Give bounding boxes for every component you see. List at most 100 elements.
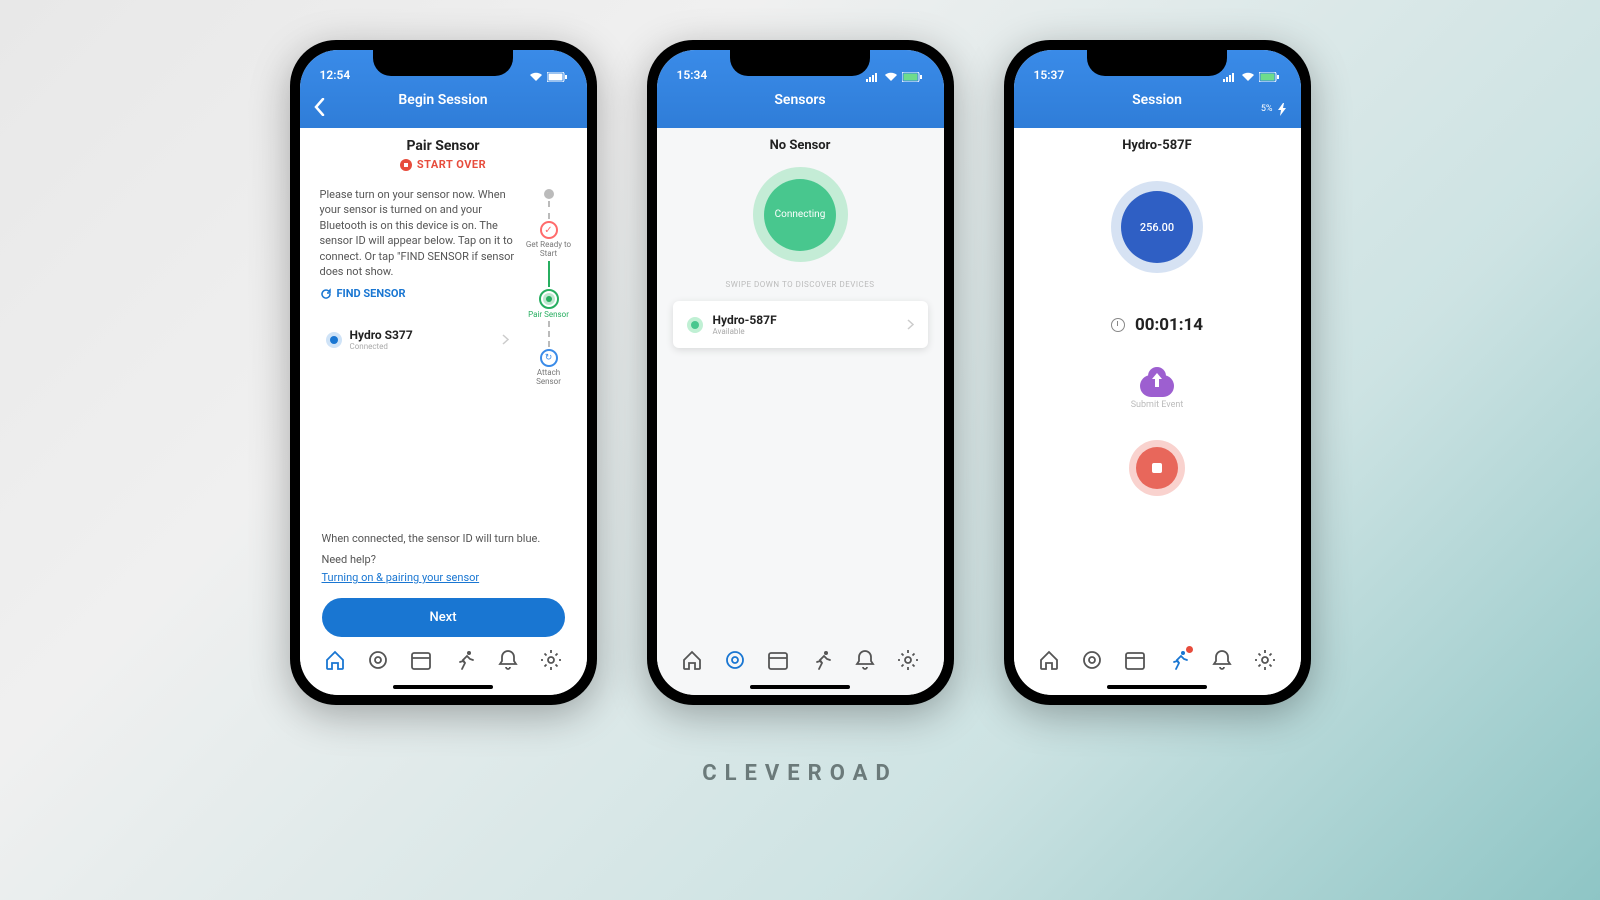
check-icon: ✓ (540, 221, 558, 239)
subtitle: Pair Sensor (300, 128, 587, 158)
reading-value: 256.00 (1121, 191, 1193, 263)
brand-label: CLEVEROAD (702, 761, 898, 786)
chevron-right-icon (907, 319, 914, 330)
find-sensor-button[interactable]: FIND SENSOR (320, 287, 517, 300)
page-title: Begin Session (300, 84, 587, 116)
phone-1: 12:54 Begin Session Pair Sensor START OV… (290, 40, 597, 705)
tab-activity-icon[interactable] (1167, 648, 1191, 672)
instructions-text: Please turn on your sensor now. When you… (320, 187, 517, 279)
status-icons (529, 72, 567, 82)
stop-session-button[interactable] (1129, 440, 1185, 496)
content: Hydro-587F 256.00 00:01:14 Submit Event (1014, 128, 1301, 695)
submit-event-label: Submit Event (1131, 400, 1184, 410)
tab-sensor-icon[interactable] (366, 648, 390, 672)
next-label: Next (429, 610, 456, 625)
tab-bell-icon[interactable] (496, 648, 520, 672)
wifi-icon (1241, 72, 1255, 82)
tab-home-icon[interactable] (323, 648, 347, 672)
notification-badge (1186, 646, 1193, 653)
cloud-upload-icon (1140, 375, 1174, 397)
start-over-label: START OVER (417, 158, 486, 171)
sensor-item[interactable]: Hydro S377 Connected (320, 328, 517, 351)
connected-hint: When connected, the sensor ID will turn … (322, 532, 565, 545)
need-help: Need help? (322, 553, 565, 566)
tab-home-icon[interactable] (1037, 648, 1061, 672)
home-indicator (393, 685, 493, 689)
sensor-item[interactable]: Hydro-587F Available (673, 301, 928, 348)
content: Pair Sensor START OVER Please turn on yo… (300, 128, 587, 695)
tabbar (1014, 641, 1301, 679)
tab-sensor-icon[interactable] (723, 648, 747, 672)
pair-icon (539, 289, 559, 309)
sensor-status-icon (326, 332, 342, 348)
refresh-icon (320, 288, 332, 300)
step-3-label: Attach Sensor (525, 369, 573, 387)
attach-icon: ↻ (540, 349, 558, 367)
connecting-indicator: Connecting (657, 163, 944, 280)
connecting-label: Connecting (764, 179, 836, 251)
reading-indicator: 256.00 (1014, 181, 1301, 273)
content: No Sensor Connecting SWIPE DOWN TO DISCO… (657, 128, 944, 695)
tabbar (657, 641, 944, 679)
pairing-help-link[interactable]: Turning on & pairing your sensor (322, 571, 480, 584)
sensor-name: Hydro-587F (1014, 128, 1301, 181)
step-1-label: Get Ready to Start (525, 241, 573, 259)
status-time: 15:37 (1034, 68, 1065, 82)
clock-icon (1111, 318, 1125, 332)
tab-settings-icon[interactable] (1253, 648, 1277, 672)
notch (373, 50, 513, 76)
bolt-icon (1278, 103, 1287, 116)
subtitle: No Sensor (657, 128, 944, 163)
steps-sidebar: ✓ Get Ready to Start Pair Sensor ↻ Attac… (525, 187, 573, 387)
tab-calendar-icon[interactable] (1123, 648, 1147, 672)
tabbar (300, 641, 587, 679)
start-over-button[interactable]: START OVER (300, 158, 587, 179)
phone-2: 15:34 Sensors No Sensor Connecting SWIPE… (647, 40, 954, 705)
sensor-status: Available (713, 327, 777, 336)
battery-icon (1259, 72, 1281, 82)
back-icon[interactable] (314, 98, 325, 116)
tab-settings-icon[interactable] (539, 648, 563, 672)
tab-bell-icon[interactable] (1210, 648, 1234, 672)
notch (730, 50, 870, 76)
footer-text: When connected, the sensor ID will turn … (300, 532, 587, 585)
phones-row: 12:54 Begin Session Pair Sensor START OV… (290, 40, 1311, 705)
next-button[interactable]: Next (322, 598, 565, 637)
wifi-icon (529, 72, 543, 82)
battery-icon (902, 72, 924, 82)
wifi-icon (884, 72, 898, 82)
timer-row: 00:01:14 (1014, 315, 1301, 335)
step-dot-icon (544, 189, 554, 199)
tab-calendar-icon[interactable] (766, 648, 790, 672)
home-indicator (1107, 685, 1207, 689)
find-sensor-label: FIND SENSOR (337, 287, 406, 300)
status-time: 12:54 (320, 68, 351, 82)
page-title: Sensors (657, 84, 944, 116)
submit-event-button[interactable]: Submit Event (1014, 375, 1301, 410)
tab-bell-icon[interactable] (853, 648, 877, 672)
sensor-status: Connected (350, 342, 413, 351)
status-icons (866, 72, 924, 82)
battery-icon (547, 72, 567, 82)
status-icons (1223, 72, 1281, 82)
chevron-right-icon (502, 334, 509, 345)
signal-icon (1223, 72, 1237, 82)
tab-sensor-icon[interactable] (1080, 648, 1104, 672)
tab-home-icon[interactable] (680, 648, 704, 672)
tab-activity-icon[interactable] (453, 648, 477, 672)
sensor-name: Hydro S377 (350, 328, 413, 342)
sensor-battery: 5% (1261, 104, 1273, 114)
timer-value: 00:01:14 (1135, 315, 1203, 335)
step-2-label: Pair Sensor (528, 311, 569, 320)
sensor-status-icon (687, 317, 703, 333)
tab-settings-icon[interactable] (896, 648, 920, 672)
page-title: Session (1014, 84, 1301, 116)
tab-calendar-icon[interactable] (409, 648, 433, 672)
status-time: 15:34 (677, 68, 708, 82)
stop-icon (1152, 463, 1162, 473)
home-indicator (750, 685, 850, 689)
swipe-hint: SWIPE DOWN TO DISCOVER DEVICES (657, 280, 944, 301)
phone-3: 15:37 Session 5% Hydro-587F 256.00 (1004, 40, 1311, 705)
notch (1087, 50, 1227, 76)
tab-activity-icon[interactable] (810, 648, 834, 672)
